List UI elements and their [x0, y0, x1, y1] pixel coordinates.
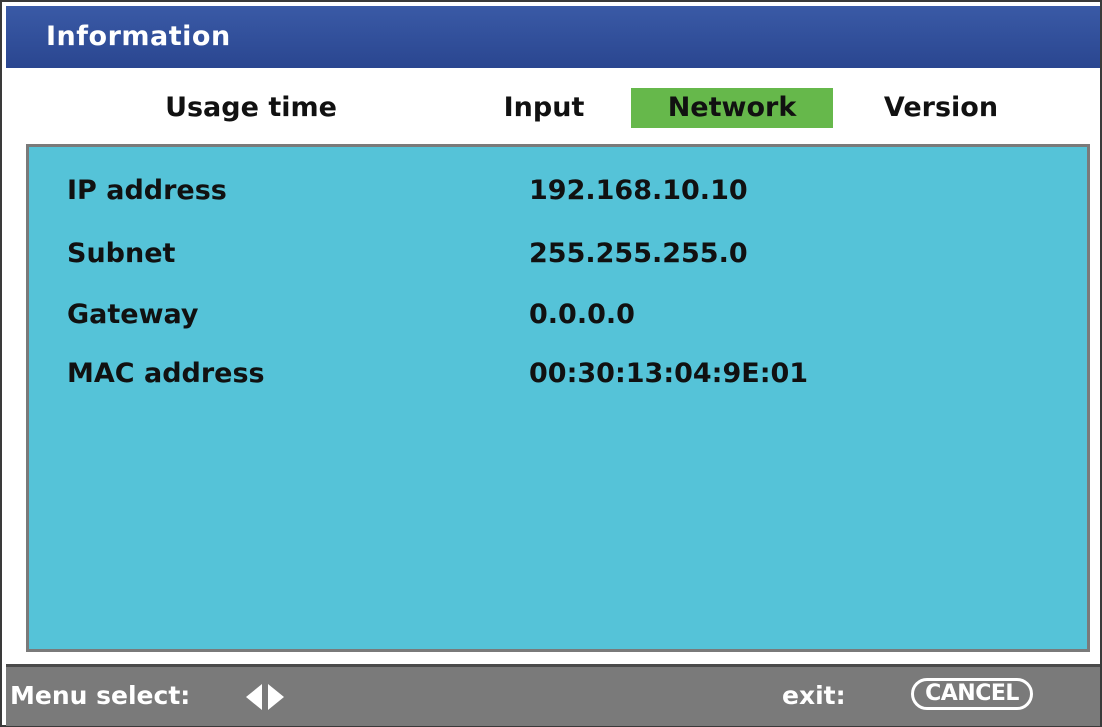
gateway-row: Gateway 0.0.0.0 — [29, 299, 1087, 339]
cancel-button[interactable]: CANCEL — [911, 678, 1033, 710]
gateway-value: 0.0.0.0 — [529, 299, 635, 330]
subnet-label: Subnet — [67, 238, 176, 269]
tab-usage-time[interactable]: Usage time — [156, 88, 346, 128]
divider — [6, 652, 1100, 662]
mac-address-label: MAC address — [67, 358, 265, 389]
subnet-row: Subnet 255.255.255.0 — [29, 238, 1087, 278]
information-window: Information Usage time Input Network Ver… — [0, 0, 1102, 727]
subnet-value: 255.255.255.0 — [529, 238, 748, 269]
tab-version[interactable]: Version — [866, 88, 1016, 128]
title-bar: Information — [6, 6, 1100, 68]
window-title: Information — [46, 21, 231, 52]
ip-address-label: IP address — [67, 175, 227, 206]
exit-label: exit: — [782, 681, 846, 710]
menu-select-label: Menu select: — [10, 681, 191, 710]
tab-bar: Usage time Input Network Version — [6, 68, 1100, 146]
tab-input[interactable]: Input — [484, 88, 604, 128]
status-bar: Menu select: exit: CANCEL — [6, 664, 1100, 726]
mac-address-value: 00:30:13:04:9E:01 — [529, 358, 809, 389]
left-right-arrows-icon — [246, 684, 284, 710]
network-info-panel: IP address 192.168.10.10 Subnet 255.255.… — [26, 144, 1090, 652]
tab-network[interactable]: Network — [631, 88, 833, 128]
gateway-label: Gateway — [67, 299, 199, 330]
ip-address-value: 192.168.10.10 — [529, 175, 748, 206]
mac-address-row: MAC address 00:30:13:04:9E:01 — [29, 358, 1087, 398]
ip-address-row: IP address 192.168.10.10 — [29, 175, 1087, 215]
